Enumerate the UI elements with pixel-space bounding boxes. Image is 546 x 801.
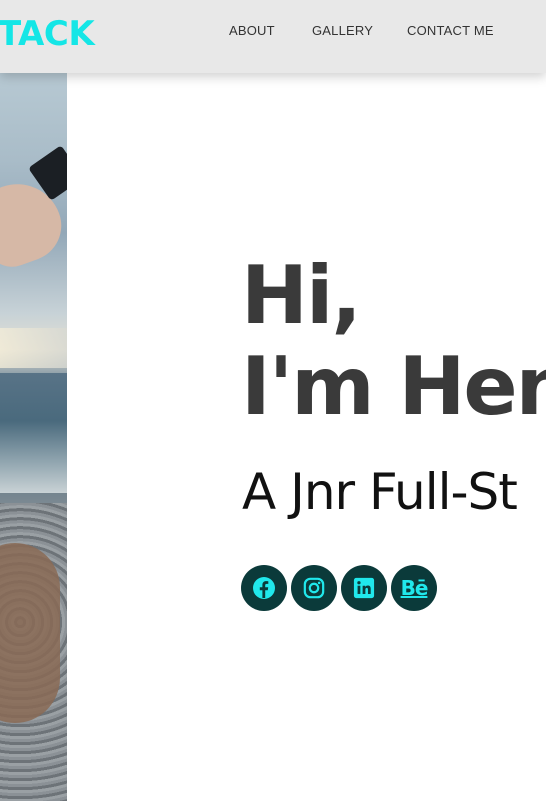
linkedin-icon: [353, 577, 375, 599]
hero-heading-line2: I'm Hen: [241, 340, 546, 433]
facebook-button[interactable]: [241, 565, 287, 611]
nav-about-link[interactable]: ABOUT: [229, 23, 275, 39]
site-logo[interactable]: TACK: [0, 14, 95, 54]
facebook-icon: [253, 577, 275, 599]
nav-contact-link[interactable]: CONTACT ME: [407, 23, 494, 39]
behance-icon: Bē: [400, 576, 429, 600]
instagram-button[interactable]: [291, 565, 337, 611]
linkedin-button[interactable]: [341, 565, 387, 611]
instagram-icon: [303, 577, 325, 599]
nav-gallery-link[interactable]: GALLERY: [312, 23, 373, 39]
hero-heading: Hi, I'm Hen: [241, 250, 546, 432]
site-header: TACK ABOUT GALLERY CONTACT ME: [0, 0, 546, 73]
hero-heading-line1: Hi,: [241, 249, 362, 342]
hero-subtitle: A Jnr Full-St: [242, 463, 518, 521]
behance-button[interactable]: Bē: [391, 565, 437, 611]
hero-photo: [0, 73, 67, 801]
